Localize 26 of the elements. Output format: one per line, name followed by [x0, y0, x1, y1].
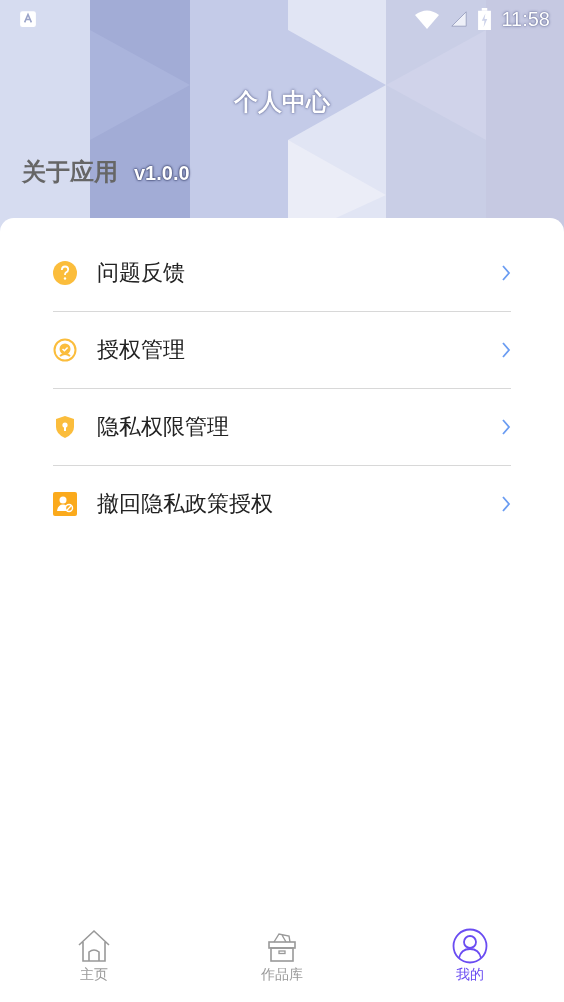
question-icon	[53, 261, 77, 285]
menu-item[interactable]: 隐私权限管理	[53, 389, 511, 466]
chevron-right-icon	[501, 418, 511, 436]
status-time: 11:58	[501, 7, 550, 31]
menu-label: 问题反馈	[97, 259, 186, 287]
chevron-right-icon	[501, 341, 511, 359]
user-block-icon	[53, 492, 77, 516]
about-label: 关于应用	[22, 157, 118, 188]
version-label: v1.0.0	[134, 162, 190, 185]
shield-icon	[53, 415, 77, 439]
wifi-icon	[414, 9, 441, 29]
badge-icon	[53, 338, 77, 362]
chevron-right-icon	[501, 495, 511, 513]
signal-icon	[450, 10, 469, 28]
home-icon	[76, 928, 112, 964]
keyboard-icon	[19, 10, 37, 28]
nav-tab[interactable]: 我的	[376, 920, 564, 1002]
menu-item[interactable]: 问题反馈	[53, 235, 511, 312]
chevron-right-icon	[501, 264, 511, 282]
menu-label: 撤回隐私政策授权	[97, 490, 274, 518]
menu-label: 授权管理	[97, 336, 186, 364]
page-title: 个人中心	[232, 87, 331, 118]
menu-label: 隐私权限管理	[97, 413, 230, 441]
menu-item[interactable]: 授权管理	[53, 312, 511, 389]
user-icon	[452, 928, 488, 964]
menu-item[interactable]: 撤回隐私政策授权	[53, 466, 511, 542]
